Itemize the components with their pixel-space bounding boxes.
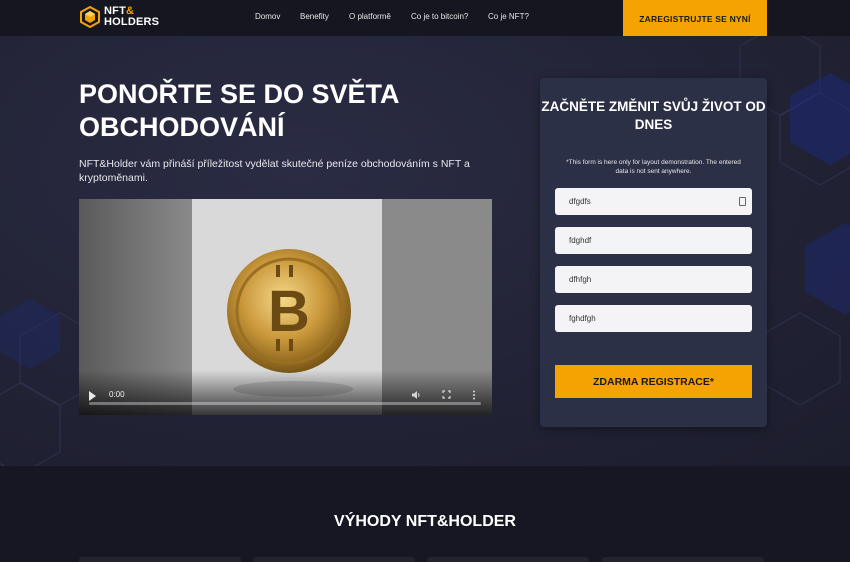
benefit-card [427, 557, 589, 562]
free-registration-button[interactable]: ZDARMA REGISTRACE* [555, 365, 752, 398]
fullscreen-icon[interactable] [442, 390, 451, 401]
play-icon[interactable] [89, 391, 96, 401]
hero-headline: PONOŘTE SE DO SVĚTA OBCHODOVÁNÍ [79, 79, 399, 142]
form-field-4[interactable]: fghdfgh [555, 305, 752, 332]
benefits-title: VÝHODY NFT&HOLDER [334, 513, 516, 530]
form-field-1-value: dfgdfs [569, 197, 591, 206]
benefit-card [602, 557, 764, 562]
form-title: ZAČNĚTE ZMĚNIT SVŮJ ŽIVOT OD DNES [541, 99, 766, 132]
form-field-3-value: dfhfgh [569, 275, 592, 284]
benefit-card [79, 557, 241, 562]
nav-item-o-platforme[interactable]: O platformě [349, 12, 391, 21]
form-field-3[interactable]: dfhfgh [555, 266, 752, 293]
video-controls: 0:00 [79, 370, 492, 415]
top-navigation-bar: NFT& HOLDERS Domov Benefity O platformě … [0, 0, 850, 37]
svg-text:B: B [268, 279, 310, 344]
more-vertical-icon[interactable] [472, 390, 476, 402]
form-field-2-value: fdghdf [569, 236, 592, 245]
hero-subtext: NFT&Holder vám přináší příležitost vyděl… [79, 158, 470, 184]
benefit-card [253, 557, 415, 562]
key-icon [739, 197, 746, 206]
video-progress-bar[interactable] [89, 402, 481, 405]
hero-section: PONOŘTE SE DO SVĚTA OBCHODOVÁNÍ NFT&Hold… [0, 36, 850, 466]
form-field-4-value: fghdfgh [569, 314, 596, 323]
form-field-2[interactable]: fdghdf [555, 227, 752, 254]
video-time: 0:00 [109, 390, 125, 399]
nav-item-domov[interactable]: Domov [255, 12, 280, 21]
register-now-button[interactable]: ZAREGISTRUJTE SE NYNÍ [623, 0, 767, 37]
benefits-section: VÝHODY NFT&HOLDER [0, 466, 850, 562]
volume-icon[interactable] [411, 390, 421, 402]
video-player[interactable]: B 0:00 [79, 199, 492, 415]
nav-item-benefity[interactable]: Benefity [300, 12, 329, 21]
nav-item-co-je-bitcoin[interactable]: Co je to bitcoin? [411, 12, 468, 21]
form-field-1[interactable]: dfgdfs [555, 188, 752, 215]
registration-form: ZAČNĚTE ZMĚNIT SVŮJ ŽIVOT OD DNES *This … [540, 78, 767, 427]
form-note: *This form is here only for layout demon… [566, 159, 741, 175]
nav-item-co-je-nft[interactable]: Co je NFT? [488, 12, 529, 21]
